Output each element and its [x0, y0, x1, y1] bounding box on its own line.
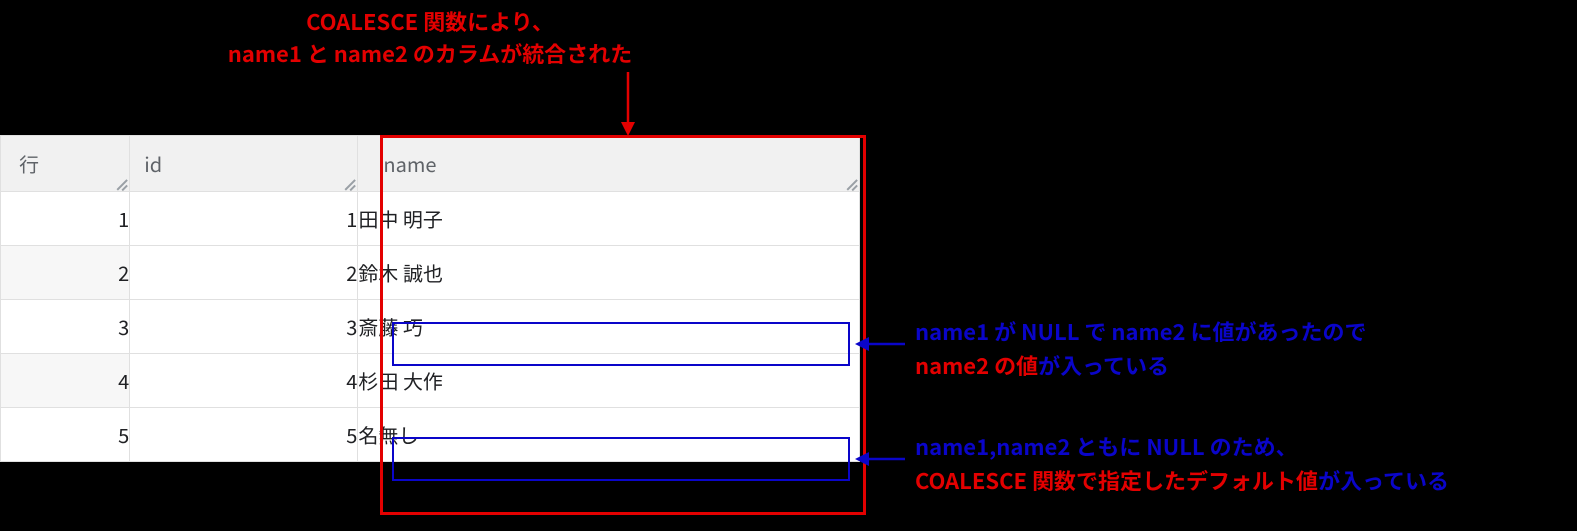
cell-name: 鈴木 誠也 — [358, 246, 860, 300]
top-annotation-line2: name1 と name2 のカラムが統合された — [228, 37, 632, 69]
cell-id: 4 — [130, 354, 358, 408]
table-row: 2 2 鈴木 誠也 — [1, 246, 860, 300]
cell-row: 4 — [1, 354, 130, 408]
column-header-row[interactable]: 行 — [1, 136, 130, 192]
cell-row: 2 — [1, 246, 130, 300]
note-row-5: name1,name2 ともに NULL のため、 COALESCE 関数で指定… — [915, 429, 1449, 497]
table-row: 5 5 名無し — [1, 408, 860, 462]
result-table-wrap: 行 id name 1 1 田中 明子 2 2 — [0, 135, 860, 462]
note-row5-line1: name1,name2 ともに NULL のため、 — [915, 430, 1298, 462]
arrow-left-icon — [855, 334, 907, 354]
top-annotation-line1: COALESCE 関数により、 — [306, 5, 554, 37]
cell-name: 名無し — [358, 408, 860, 462]
table-row: 1 1 田中 明子 — [1, 192, 860, 246]
note-row5-part2b: が入っている — [1318, 464, 1449, 496]
arrow-left-icon — [855, 449, 907, 469]
cell-id: 1 — [130, 192, 358, 246]
column-header-name[interactable]: name — [358, 136, 860, 192]
note-row3-part2a: name2 の値 — [915, 349, 1038, 381]
column-header-id-label: id — [144, 149, 357, 178]
note-row5-part2a: COALESCE 関数で指定したデフォルト値 — [915, 464, 1318, 496]
cell-id: 5 — [130, 408, 358, 462]
table-row: 4 4 杉田 大作 — [1, 354, 860, 408]
cell-name: 斎藤 巧 — [358, 300, 860, 354]
column-header-id[interactable]: id — [130, 136, 358, 192]
result-table: 行 id name 1 1 田中 明子 2 2 — [0, 135, 860, 462]
cell-id: 2 — [130, 246, 358, 300]
cell-row: 1 — [1, 192, 130, 246]
cell-id: 3 — [130, 300, 358, 354]
resize-handle-icon[interactable] — [843, 175, 857, 189]
cell-row: 5 — [1, 408, 130, 462]
column-header-row-label: 行 — [19, 149, 129, 178]
note-row3-line1: name1 が NULL で name2 に値があったので — [915, 315, 1367, 347]
arrow-down-icon — [618, 72, 638, 138]
table-row: 3 3 斎藤 巧 — [1, 300, 860, 354]
table-header-row: 行 id name — [1, 136, 860, 192]
top-annotation: COALESCE 関数により、 name1 と name2 のカラムが統合された — [0, 6, 860, 70]
cell-name: 杉田 大作 — [358, 354, 860, 408]
column-header-name-label: name — [383, 149, 859, 178]
cell-row: 3 — [1, 300, 130, 354]
note-row-3: name1 が NULL で name2 に値があったので name2 の値が入… — [915, 314, 1367, 382]
resize-handle-icon[interactable] — [113, 175, 127, 189]
note-row3-part2b: が入っている — [1038, 349, 1169, 381]
cell-name: 田中 明子 — [358, 192, 860, 246]
resize-handle-icon[interactable] — [341, 175, 355, 189]
